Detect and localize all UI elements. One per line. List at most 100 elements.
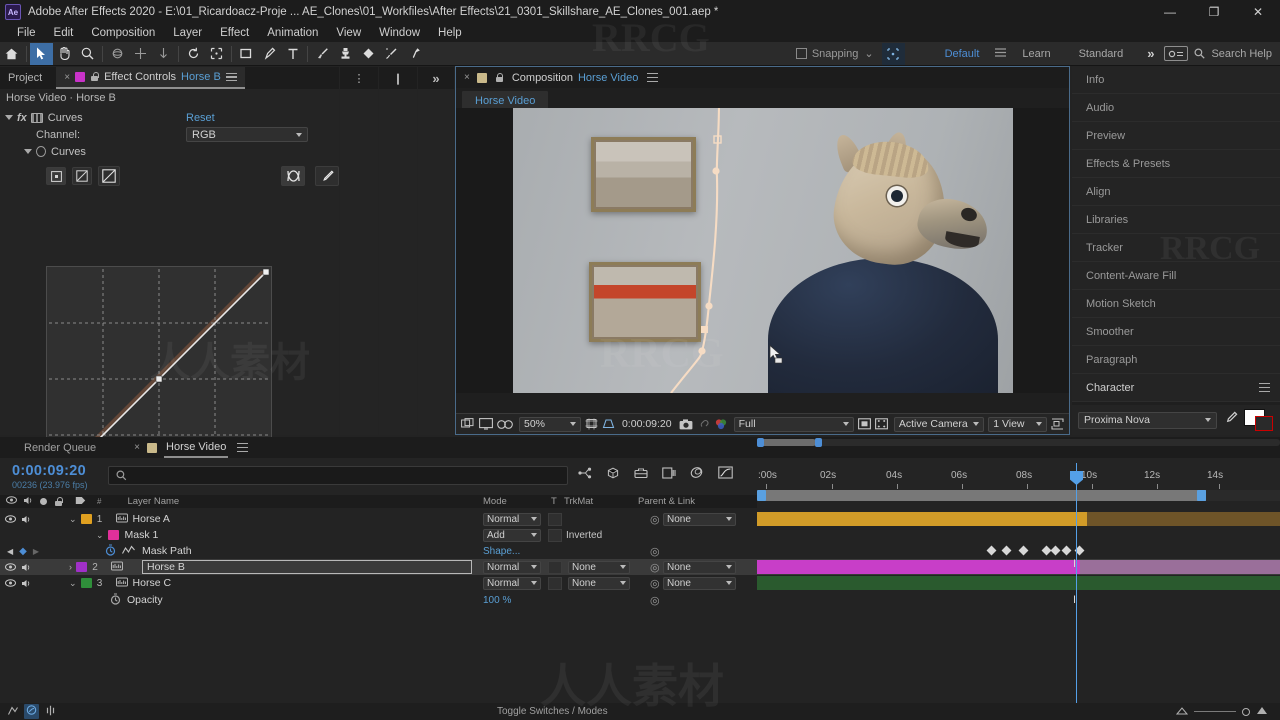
menu-edit[interactable]: Edit	[45, 26, 83, 40]
panel-align[interactable]: Align	[1072, 178, 1280, 206]
keyframe-marker[interactable]	[1061, 545, 1072, 556]
workspace-menu-icon[interactable]	[993, 47, 1008, 60]
grid-guides-icon[interactable]	[585, 417, 598, 432]
channel-rgb-icon[interactable]	[714, 417, 728, 432]
chevron-down-icon[interactable]: ⌄	[864, 47, 873, 60]
pen-tool-icon[interactable]	[258, 43, 281, 65]
lock-icon[interactable]	[495, 72, 504, 83]
layer-name-edit-field[interactable]: Horse B	[142, 560, 472, 574]
property-name[interactable]: Mask Path	[142, 545, 192, 557]
motion-blur-toggle-icon[interactable]	[45, 705, 56, 719]
disclosure-triangle-icon[interactable]	[5, 115, 13, 120]
keyframe-marker[interactable]	[1001, 545, 1012, 556]
snapshot-camera-icon[interactable]	[679, 417, 693, 432]
menu-file[interactable]: File	[8, 26, 45, 40]
stopwatch-icon[interactable]	[36, 146, 46, 157]
keyframe-marker[interactable]	[1050, 545, 1061, 556]
menu-view[interactable]: View	[327, 26, 370, 40]
composition-viewer[interactable]	[456, 108, 1069, 393]
layer-color-chip[interactable]	[80, 514, 92, 524]
clone-stamp-tool-icon[interactable]	[334, 43, 357, 65]
panel-menu-icon[interactable]	[1259, 383, 1270, 392]
snapping-toggle[interactable]: Snapping ⌄	[788, 47, 882, 60]
roto-brush-tool-icon[interactable]	[380, 43, 403, 65]
rotation-tool-icon[interactable]	[182, 43, 205, 65]
close-button[interactable]: ✕	[1236, 0, 1280, 24]
trkmat-dropdown[interactable]: None	[568, 576, 630, 590]
layer-track-tail[interactable]	[1087, 512, 1280, 526]
toggle-switches-modes-label[interactable]: Toggle Switches / Modes	[497, 706, 608, 717]
time-ruler[interactable]: :00s 02s 04s 06s 08s 10s 12s 14s	[757, 462, 1280, 490]
workspace-overflow-icon[interactable]: »	[1137, 46, 1164, 61]
trkmat-cell[interactable]	[548, 512, 562, 526]
stopwatch-icon[interactable]	[105, 543, 116, 559]
scrollbar-handle-left[interactable]	[757, 438, 764, 447]
layer-track-tail[interactable]	[1080, 560, 1280, 574]
stroke-color-swatch[interactable]	[1255, 416, 1273, 431]
menu-help[interactable]: Help	[429, 26, 471, 40]
effect-row-curves[interactable]: fx Curves Reset	[0, 109, 339, 126]
panel-tracker[interactable]: Tracker	[1072, 234, 1280, 262]
hide-shy-layers-icon[interactable]	[634, 467, 648, 482]
eraser-tool-icon[interactable]	[357, 43, 380, 65]
draft-3d-icon[interactable]	[606, 466, 620, 482]
panel-smoother[interactable]: Smoother	[1072, 318, 1280, 346]
scrollbar-handle-right[interactable]	[815, 438, 822, 447]
disclosure-triangle-icon[interactable]: ⌄	[69, 514, 77, 525]
hand-tool-icon[interactable]	[53, 43, 76, 65]
reset-button[interactable]: Reset	[186, 112, 215, 124]
opacity-value[interactable]: 100 %	[483, 595, 511, 606]
mask-mode-dropdown[interactable]: Add	[483, 528, 541, 542]
zoom-slider-knob[interactable]	[1242, 707, 1250, 716]
layer-track-bar[interactable]	[757, 576, 1280, 590]
snapping-checkbox[interactable]	[795, 48, 807, 59]
curve-tool-icon[interactable]	[46, 167, 66, 185]
audio-toggle-icon[interactable]	[20, 579, 33, 588]
tab-render-queue[interactable]: Render Queue	[24, 442, 96, 454]
view-options-icon[interactable]	[874, 417, 888, 432]
panel-libraries[interactable]: Libraries	[1072, 206, 1280, 234]
menu-composition[interactable]: Composition	[82, 26, 164, 40]
audio-toggle-icon[interactable]	[20, 563, 33, 572]
blend-mode-dropdown[interactable]: Normal	[483, 560, 541, 574]
table-row[interactable]: ⌄ 1 Horse A Normal ◎ None	[0, 511, 1280, 527]
curves-group-row[interactable]: Curves	[0, 143, 339, 160]
audio-toggle-icon[interactable]	[20, 515, 33, 524]
visibility-toggle-icon[interactable]	[4, 515, 17, 523]
panel-preview[interactable]: Preview	[1072, 122, 1280, 150]
panel-menu-icon[interactable]	[237, 443, 249, 452]
blend-mode-dropdown[interactable]: Normal	[483, 512, 541, 526]
maximize-button[interactable]: ❐	[1192, 0, 1236, 24]
keyframe-toggle-icon[interactable]: ◆	[19, 546, 27, 557]
curve-smooth-icon[interactable]	[281, 166, 305, 186]
mask-inverted-checkbox[interactable]	[548, 528, 562, 542]
layer-name[interactable]: Horse C	[133, 577, 172, 589]
panel-menu-icon[interactable]	[225, 72, 237, 82]
composition-mini-flowchart-icon[interactable]	[578, 467, 592, 482]
curve-reset-icon[interactable]	[98, 166, 120, 186]
frame-blending-icon[interactable]	[662, 466, 676, 482]
fill-stroke-swatches[interactable]	[1244, 409, 1274, 431]
menu-animation[interactable]: Animation	[258, 26, 327, 40]
panel-menu-icon[interactable]	[647, 73, 659, 82]
snapping-target-icon[interactable]	[881, 42, 905, 65]
tab-project[interactable]: Project	[0, 67, 50, 89]
panel-character[interactable]: Character	[1072, 374, 1280, 402]
dolly-tool-icon[interactable]	[152, 43, 175, 65]
property-pickwhip-icon[interactable]: ◎	[650, 594, 660, 607]
mask-name[interactable]: Mask 1	[125, 529, 159, 541]
table-row[interactable]: ⌄ Mask 1 Add Inverted	[0, 527, 1280, 543]
visibility-toggle-icon[interactable]	[4, 563, 17, 571]
zoom-out-icon[interactable]	[1175, 706, 1189, 718]
parent-pickwhip-icon[interactable]: ◎	[650, 561, 660, 574]
curve-diagonal-icon[interactable]	[72, 167, 92, 185]
orbit-tool-icon[interactable]	[106, 43, 129, 65]
layer-name[interactable]: Horse B	[147, 561, 185, 574]
tab-effect-controls[interactable]: × Effect Controls Horse B	[56, 67, 245, 89]
parent-pickwhip-icon[interactable]: ◎	[650, 513, 660, 526]
workspace-learn[interactable]: Learn	[1008, 42, 1064, 66]
curve-pencil-icon[interactable]	[315, 166, 339, 186]
lock-icon[interactable]	[90, 72, 99, 82]
visibility-toggle-icon[interactable]	[4, 579, 17, 587]
panel-content-aware-fill[interactable]: Content-Aware Fill	[1072, 262, 1280, 290]
